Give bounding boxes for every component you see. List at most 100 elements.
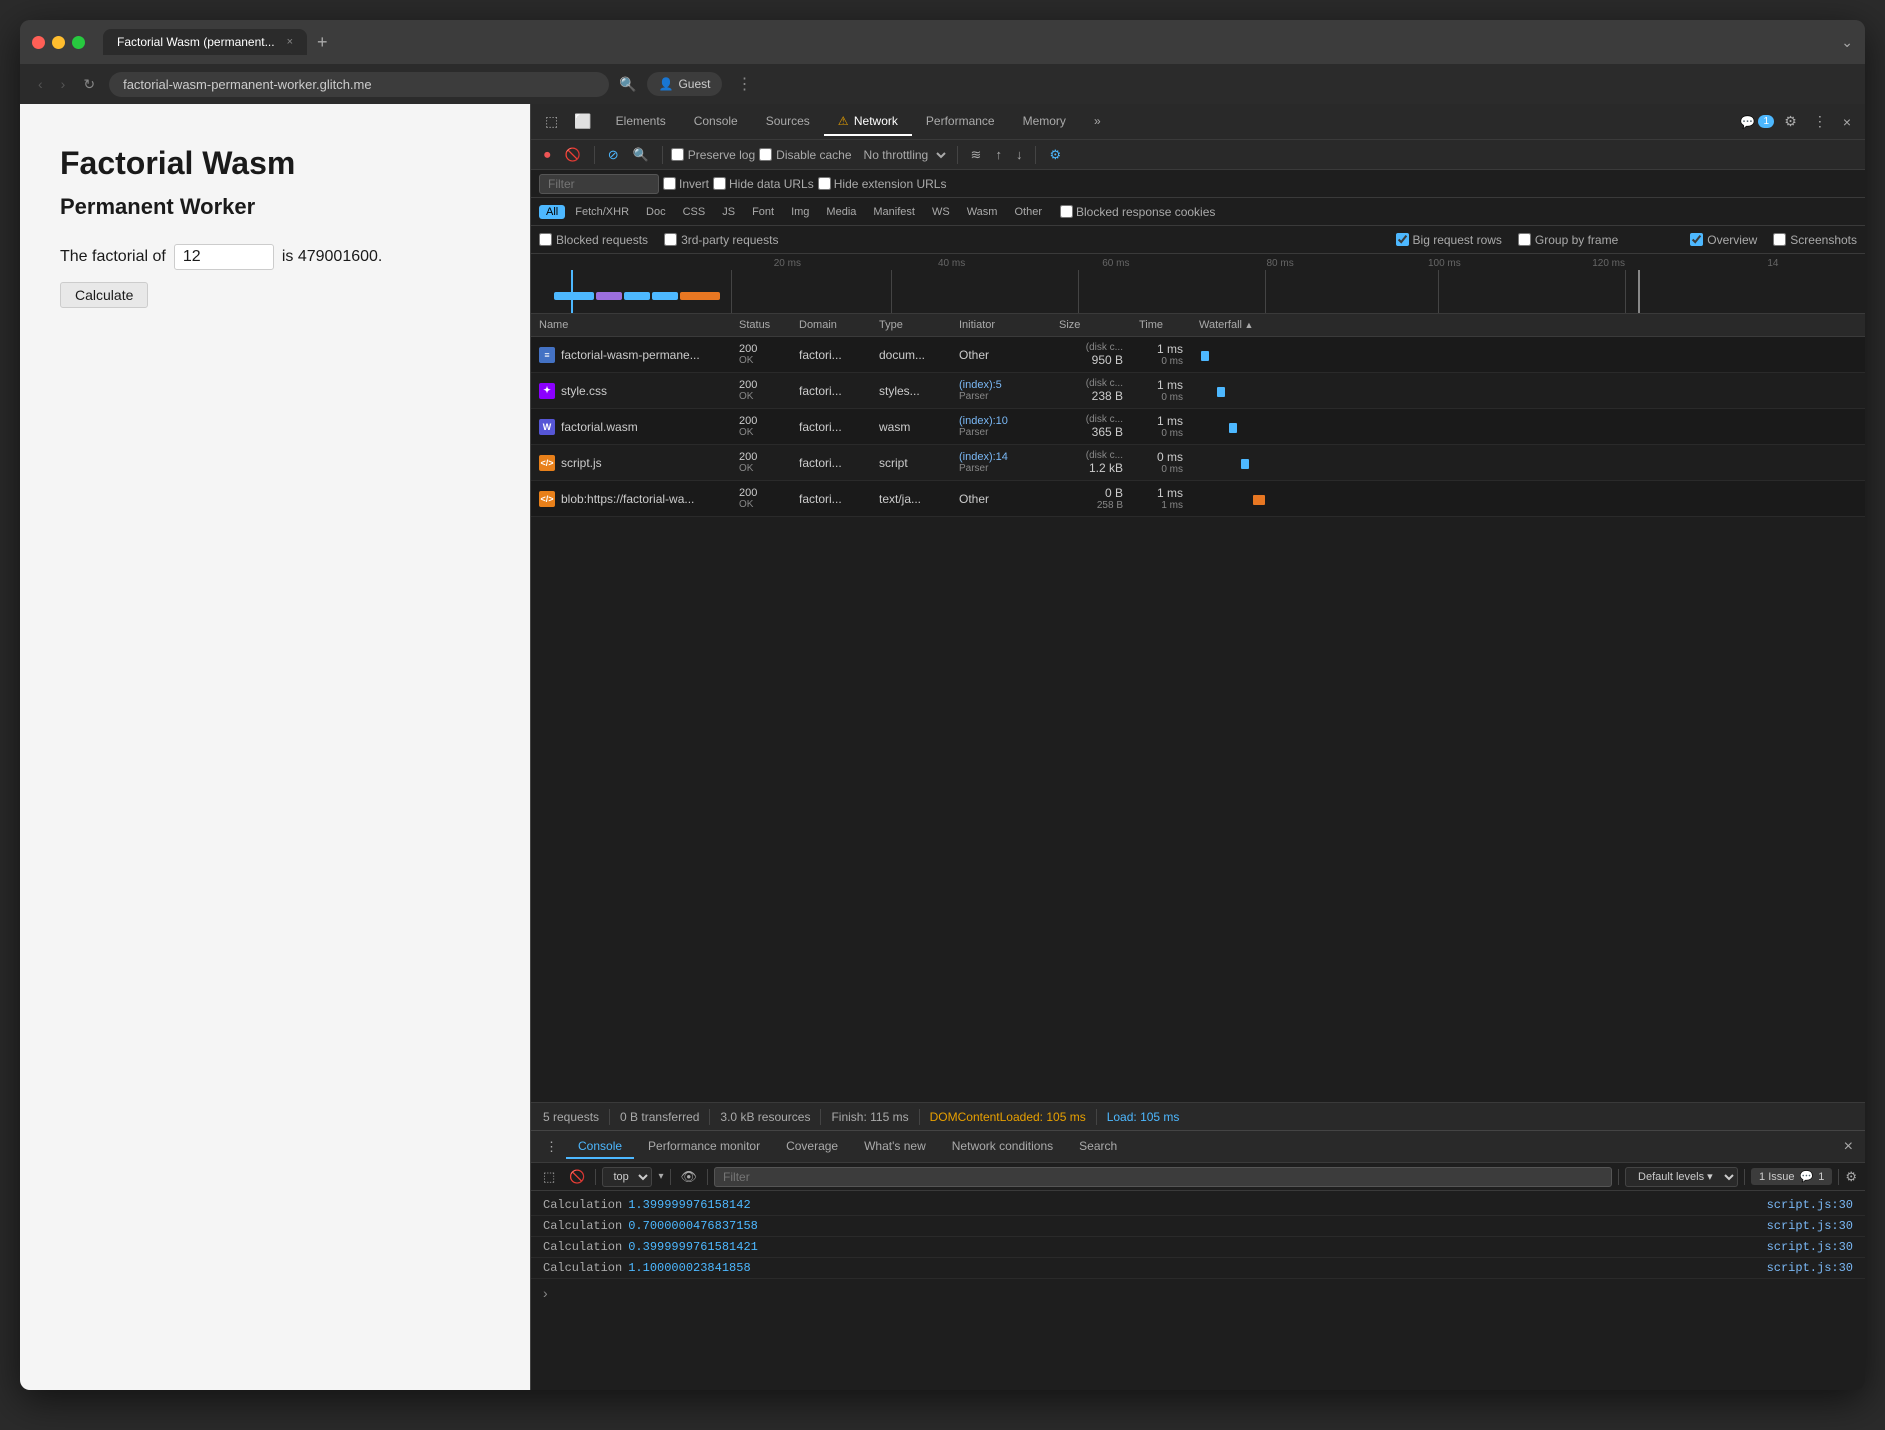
levels-select[interactable]: Default levels ▾ — [1625, 1167, 1738, 1187]
network-settings-icon[interactable]: ⚙ — [1044, 144, 1066, 166]
console-tab-console[interactable]: Console — [566, 1135, 634, 1159]
console-tab-network-conditions[interactable]: Network conditions — [940, 1135, 1065, 1159]
back-button[interactable]: ‹ — [34, 72, 47, 96]
hide-data-urls-checkbox[interactable]: Hide data URLs — [713, 177, 814, 191]
minimize-window-button[interactable] — [52, 36, 65, 49]
type-css-button[interactable]: CSS — [676, 205, 713, 219]
th-domain[interactable]: Domain — [791, 314, 871, 336]
type-media-button[interactable]: Media — [819, 205, 863, 219]
zoom-button[interactable]: 🔍 — [619, 76, 636, 93]
console-arrow[interactable]: › — [531, 1283, 1865, 1303]
third-party-checkbox[interactable]: 3rd-party requests — [664, 233, 778, 247]
context-selector[interactable]: top — [602, 1167, 652, 1187]
invert-checkbox[interactable]: Invert — [663, 177, 709, 191]
type-font-button[interactable]: Font — [745, 205, 781, 219]
browser-more-button[interactable]: ⋮ — [732, 70, 756, 98]
console-gear-icon[interactable]: ⚙ — [1845, 1169, 1857, 1185]
devtools-device-icon[interactable]: ⬜ — [568, 109, 597, 134]
overview-input[interactable] — [1690, 233, 1703, 246]
third-party-input[interactable] — [664, 233, 677, 246]
tab-expand-button[interactable]: ⌄ — [1841, 34, 1853, 51]
th-initiator[interactable]: Initiator — [951, 314, 1051, 336]
tab-close-button[interactable]: × — [287, 36, 293, 48]
table-row[interactable]: </> blob:https://factorial-wa... 200 OK … — [531, 481, 1865, 517]
blocked-requests-checkbox[interactable]: Blocked requests — [539, 233, 648, 247]
table-row[interactable]: W factorial.wasm 200 OK factori... wasm — [531, 409, 1865, 445]
hide-ext-input[interactable] — [818, 177, 831, 190]
console-tab-coverage[interactable]: Coverage — [774, 1135, 850, 1159]
calculate-button[interactable]: Calculate — [60, 282, 148, 308]
screenshots-input[interactable] — [1773, 233, 1786, 246]
group-by-frame-input[interactable] — [1518, 233, 1531, 246]
th-size[interactable]: Size — [1051, 314, 1131, 336]
type-wasm-button[interactable]: Wasm — [960, 205, 1005, 219]
th-waterfall[interactable]: Waterfall — [1191, 314, 1865, 336]
tab-performance[interactable]: Performance — [912, 108, 1009, 136]
type-ws-button[interactable]: WS — [925, 205, 957, 219]
tab-more[interactable]: » — [1080, 108, 1115, 136]
disable-cache-checkbox[interactable]: Disable cache — [759, 148, 851, 162]
type-doc-button[interactable]: Doc — [639, 205, 673, 219]
hide-data-urls-input[interactable] — [713, 177, 726, 190]
type-manifest-button[interactable]: Manifest — [866, 205, 922, 219]
tab-network[interactable]: ⚠ Network — [824, 108, 912, 136]
search-button[interactable]: 🔍 — [628, 144, 654, 166]
disable-cache-input[interactable] — [759, 148, 772, 161]
type-img-button[interactable]: Img — [784, 205, 816, 219]
table-row[interactable]: ✦ style.css 200 OK factori... styles... — [531, 373, 1865, 409]
console-filter-input[interactable] — [714, 1167, 1612, 1187]
console-panel-menu-button[interactable]: ⋮ — [539, 1135, 564, 1159]
blocked-response-checkbox[interactable]: Blocked response cookies — [1060, 205, 1215, 219]
group-by-frame-checkbox[interactable]: Group by frame — [1518, 233, 1618, 247]
throttle-select[interactable]: No throttling — [856, 145, 949, 165]
cl-link-1[interactable]: script.js:30 — [1767, 1219, 1853, 1233]
th-name[interactable]: Name — [531, 314, 731, 336]
download-icon[interactable]: ↓ — [1011, 144, 1028, 165]
address-input[interactable] — [109, 72, 609, 97]
tab-console[interactable]: Console — [680, 108, 752, 136]
console-tab-search[interactable]: Search — [1067, 1135, 1129, 1159]
blocked-requests-input[interactable] — [539, 233, 552, 246]
initiator-link-2[interactable]: (index):10 — [959, 415, 1008, 427]
type-other-button[interactable]: Other — [1007, 205, 1049, 219]
reload-button[interactable]: ↻ — [79, 72, 99, 97]
guest-button[interactable]: 👤 Guest — [647, 72, 723, 96]
devtools-settings-button[interactable]: ⚙ — [1778, 109, 1803, 134]
console-close-button[interactable]: × — [1840, 1134, 1857, 1160]
screenshots-checkbox[interactable]: Screenshots — [1773, 233, 1857, 247]
upload-icon[interactable]: ↑ — [990, 144, 1007, 165]
cl-link-0[interactable]: script.js:30 — [1767, 1198, 1853, 1212]
wifi-icon[interactable]: ≋ — [966, 144, 987, 166]
cl-link-3[interactable]: script.js:30 — [1767, 1261, 1853, 1275]
devtools-more-button[interactable]: ⋮ — [1807, 109, 1833, 134]
table-row[interactable]: </> script.js 200 OK factori... script ( — [531, 445, 1865, 481]
initiator-link-3[interactable]: (index):14 — [959, 451, 1008, 463]
close-window-button[interactable] — [32, 36, 45, 49]
console-clear-icon[interactable]: 🚫 — [565, 1167, 589, 1187]
th-type[interactable]: Type — [871, 314, 951, 336]
invert-input[interactable] — [663, 177, 676, 190]
hide-ext-checkbox[interactable]: Hide extension URLs — [818, 177, 947, 191]
tab-sources[interactable]: Sources — [752, 108, 824, 136]
filter-button[interactable]: ⊘ — [603, 144, 624, 166]
preserve-log-checkbox[interactable]: Preserve log — [671, 148, 755, 162]
clear-button[interactable]: 🚫 — [560, 144, 586, 166]
console-tab-performance-monitor[interactable]: Performance monitor — [636, 1135, 772, 1159]
console-eye-icon[interactable]: 👁 — [677, 1167, 702, 1187]
tab-memory[interactable]: Memory — [1009, 108, 1080, 136]
fullscreen-window-button[interactable] — [72, 36, 85, 49]
filter-input[interactable] — [539, 174, 659, 194]
table-row[interactable]: ≡ factorial-wasm-permane... 200 OK facto… — [531, 337, 1865, 373]
record-button[interactable]: ⏺ — [539, 144, 556, 166]
tab-elements[interactable]: Elements — [602, 108, 680, 136]
overview-checkbox[interactable]: Overview — [1690, 233, 1757, 247]
type-fetchxhr-button[interactable]: Fetch/XHR — [568, 205, 636, 219]
big-rows-input[interactable] — [1396, 233, 1409, 246]
new-tab-button[interactable]: + — [311, 32, 334, 53]
th-time[interactable]: Time — [1131, 314, 1191, 336]
preserve-log-input[interactable] — [671, 148, 684, 161]
type-js-button[interactable]: JS — [715, 205, 742, 219]
console-tab-whats-new[interactable]: What's new — [852, 1135, 938, 1159]
factorial-input[interactable] — [174, 244, 274, 270]
devtools-close-button[interactable]: × — [1837, 110, 1857, 134]
